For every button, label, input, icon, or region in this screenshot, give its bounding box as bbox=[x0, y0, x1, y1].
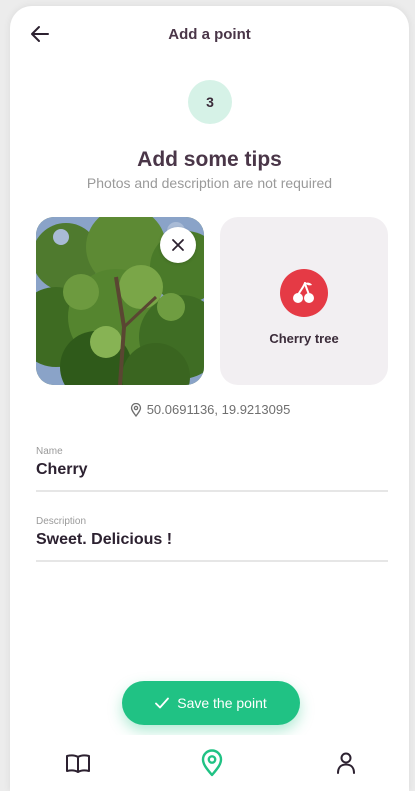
photo-thumbnail[interactable] bbox=[36, 217, 204, 385]
nav-map[interactable] bbox=[196, 747, 228, 779]
step-badge: 3 bbox=[188, 80, 232, 124]
section-subtitle: Photos and description are not required bbox=[86, 175, 333, 191]
close-icon bbox=[172, 239, 184, 251]
name-input[interactable]: Cherry bbox=[36, 461, 388, 490]
bottom-navigation bbox=[10, 735, 409, 791]
category-label: Cherry tree bbox=[269, 331, 339, 346]
check-icon bbox=[155, 697, 170, 709]
remove-photo-button[interactable] bbox=[160, 227, 196, 263]
name-label: Name bbox=[36, 446, 63, 457]
description-field[interactable]: Description Sweet. Delicious ! bbox=[36, 516, 388, 562]
coordinates-text: 50.0691136, 19.9213095 bbox=[146, 402, 291, 417]
location-pin-icon bbox=[130, 402, 141, 417]
description-input[interactable]: Sweet. Delicious ! bbox=[36, 531, 388, 560]
nav-guide[interactable] bbox=[62, 747, 94, 779]
save-point-label: Save the point bbox=[177, 695, 267, 711]
name-field[interactable]: Name Cherry bbox=[36, 446, 388, 492]
nav-profile[interactable] bbox=[330, 747, 362, 779]
page-title: Add a point bbox=[168, 26, 251, 43]
book-icon bbox=[66, 754, 90, 773]
location-coordinates: 50.0691136, 19.9213095 bbox=[10, 402, 409, 417]
header: Add a point bbox=[10, 6, 409, 64]
section-title: Add some tips bbox=[137, 148, 282, 171]
save-point-button[interactable]: Save the point bbox=[122, 681, 300, 725]
map-pin-icon bbox=[201, 749, 223, 777]
profile-icon bbox=[337, 752, 355, 774]
description-label: Description bbox=[36, 516, 87, 527]
cherry-icon bbox=[280, 269, 328, 317]
category-card[interactable]: Cherry tree bbox=[220, 217, 388, 385]
phone-screen: Add a point 3 Add some tips Photos and d… bbox=[10, 6, 409, 791]
